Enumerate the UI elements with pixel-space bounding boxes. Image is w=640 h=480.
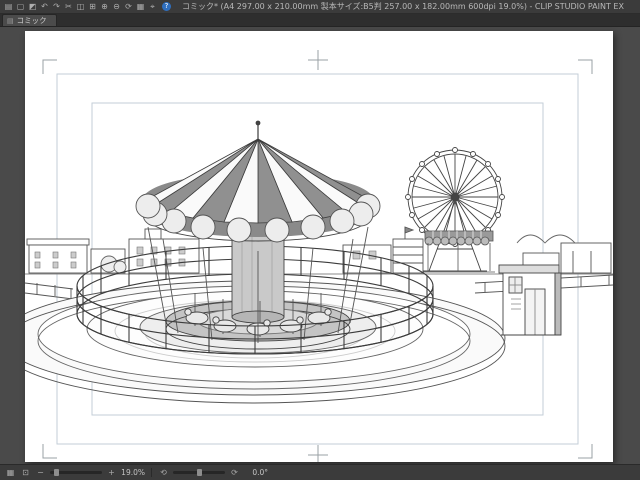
app-window: ▤ ▢ ◩ ↶ ↷ ✂ ◫ ⊞ ⊕ ⊖ ⟳ ▦ ⌖ ? コミック* (A4 29…	[0, 0, 640, 480]
save-icon[interactable]: ◩	[27, 1, 38, 12]
zoom-slider[interactable]	[50, 469, 102, 476]
navigator-icon[interactable]: ▦	[5, 467, 16, 478]
document-icon: ▤	[7, 16, 14, 25]
undo-icon[interactable]: ↶	[39, 1, 50, 12]
zoom-value: 19.0%	[121, 468, 145, 477]
tab-label: コミック	[16, 16, 47, 25]
new-canvas-icon[interactable]: ▢	[15, 1, 26, 12]
redo-icon[interactable]: ↷	[51, 1, 62, 12]
rotate-view-icon[interactable]: ⟳	[123, 1, 134, 12]
zoom-out-icon[interactable]: ⊖	[111, 1, 122, 12]
pavilion	[423, 230, 495, 273]
window-title: コミック* (A4 297.00 x 210.00mm 製本サイズ:B5判 25…	[182, 2, 624, 11]
page-manager-icon[interactable]: ▤	[3, 1, 14, 12]
tab-comic[interactable]: ▤ コミック	[2, 14, 57, 26]
carousel-roof	[147, 120, 369, 224]
rotate-ccw-icon[interactable]: ⟲	[158, 467, 169, 478]
copy-icon[interactable]: ◫	[75, 1, 86, 12]
zoom-out-icon[interactable]: −	[35, 467, 46, 478]
rotation-value: 0.0°	[252, 468, 268, 477]
rotation-slider[interactable]	[173, 469, 225, 476]
tab-strip: ▤ コミック	[0, 14, 640, 27]
carousel	[135, 120, 381, 354]
kiosk	[498, 264, 562, 336]
cut-icon[interactable]: ✂	[63, 1, 74, 12]
canvas-area[interactable]	[0, 27, 640, 464]
help-icon[interactable]: ?	[162, 2, 171, 11]
paste-icon[interactable]: ⊞	[87, 1, 98, 12]
zoom-in-icon[interactable]: ⊕	[99, 1, 110, 12]
artwork-svg	[25, 50, 613, 462]
fit-screen-icon[interactable]: ⊡	[20, 467, 31, 478]
snap-icon[interactable]: ⌖	[147, 1, 158, 12]
statusbar: ▦ ⊡ − + 19.0% ⟲ ⟳ 0.0°	[0, 464, 640, 480]
grid-icon[interactable]: ▦	[135, 1, 146, 12]
canvas-page[interactable]	[25, 31, 613, 462]
titlebar: ▤ ▢ ◩ ↶ ↷ ✂ ◫ ⊞ ⊕ ⊖ ⟳ ▦ ⌖ ? コミック* (A4 29…	[0, 0, 640, 14]
rotate-cw-icon[interactable]: ⟳	[229, 467, 240, 478]
zoom-in-icon[interactable]: +	[106, 467, 117, 478]
statusbar-divider	[151, 468, 152, 477]
